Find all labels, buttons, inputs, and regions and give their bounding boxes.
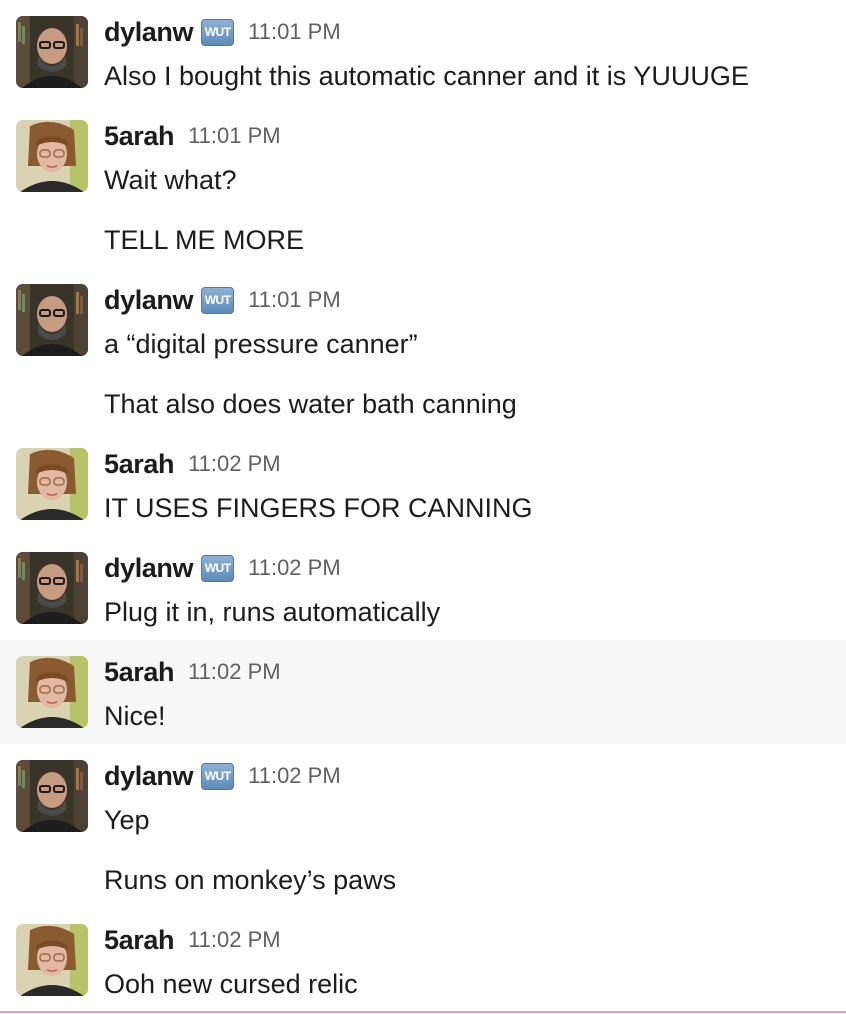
author-name[interactable]: dylanw (104, 17, 194, 48)
avatar-5arah[interactable] (16, 924, 88, 996)
message-2[interactable]: dylanw WUT 11:01 PM a “digital pressure … (0, 268, 846, 432)
message-text: Also I bought this automatic canner and … (104, 61, 749, 91)
message-text: TELL ME MORE (104, 225, 305, 255)
author-name[interactable]: 5arah (104, 657, 174, 688)
avatar-5arah[interactable] (16, 448, 88, 520)
message-text: IT USES FINGERS FOR CANNING (104, 493, 533, 523)
new-messages-divider (0, 1011, 846, 1013)
avatar-5arah[interactable] (16, 656, 88, 728)
timestamp[interactable]: 11:02 PM (188, 927, 281, 953)
avatar-dylanw[interactable] (16, 552, 88, 624)
message-text: Yep (104, 805, 150, 835)
message-text: Ooh new cursed relic (104, 969, 358, 999)
author-name[interactable]: 5arah (104, 449, 174, 480)
message-1[interactable]: 5arah 11:01 PM Wait what? TELL ME MORE (0, 104, 846, 268)
message-text: Plug it in, runs automatically (104, 597, 441, 627)
timestamp[interactable]: 11:01 PM (188, 123, 281, 149)
wut-status-icon: WUT (201, 554, 235, 582)
avatar-dylanw[interactable] (16, 16, 88, 88)
message-text: Nice! (104, 701, 166, 731)
wut-status-icon: WUT (201, 286, 235, 314)
timestamp[interactable]: 11:02 PM (188, 451, 281, 477)
avatar-5arah[interactable] (16, 120, 88, 192)
timestamp[interactable]: 11:01 PM (248, 287, 341, 313)
timestamp[interactable]: 11:02 PM (188, 659, 281, 685)
message-3[interactable]: 5arah 11:02 PM IT USES FINGERS FOR CANNI… (0, 432, 846, 536)
message-text: That also does water bath canning (104, 389, 517, 419)
message-7[interactable]: 5arah 11:02 PM Ooh new cursed relic (0, 908, 846, 1011)
message-5[interactable]: 5arah 11:02 PM Nice! (0, 640, 846, 744)
wut-status-icon: WUT (201, 762, 235, 790)
author-name[interactable]: 5arah (104, 925, 174, 956)
message-4[interactable]: dylanw WUT 11:02 PM Plug it in, runs aut… (0, 536, 846, 640)
wut-status-icon: WUT (201, 18, 235, 46)
author-name[interactable]: 5arah (104, 121, 174, 152)
timestamp[interactable]: 11:02 PM (248, 555, 341, 581)
timestamp[interactable]: 11:01 PM (248, 19, 341, 45)
message-0[interactable]: dylanw WUT 11:01 PM Also I bought this a… (0, 0, 846, 104)
timestamp[interactable]: 11:02 PM (248, 763, 341, 789)
message-text: a “digital pressure canner” (104, 329, 418, 359)
message-text: Runs on monkey’s paws (104, 865, 397, 895)
message-6[interactable]: dylanw WUT 11:02 PM Yep Runs on monkey’s… (0, 744, 846, 908)
avatar-dylanw[interactable] (16, 284, 88, 356)
author-name[interactable]: dylanw (104, 285, 194, 316)
message-text: Wait what? (104, 165, 237, 195)
avatar-dylanw[interactable] (16, 760, 88, 832)
author-name[interactable]: dylanw (104, 553, 194, 584)
author-name[interactable]: dylanw (104, 761, 194, 792)
